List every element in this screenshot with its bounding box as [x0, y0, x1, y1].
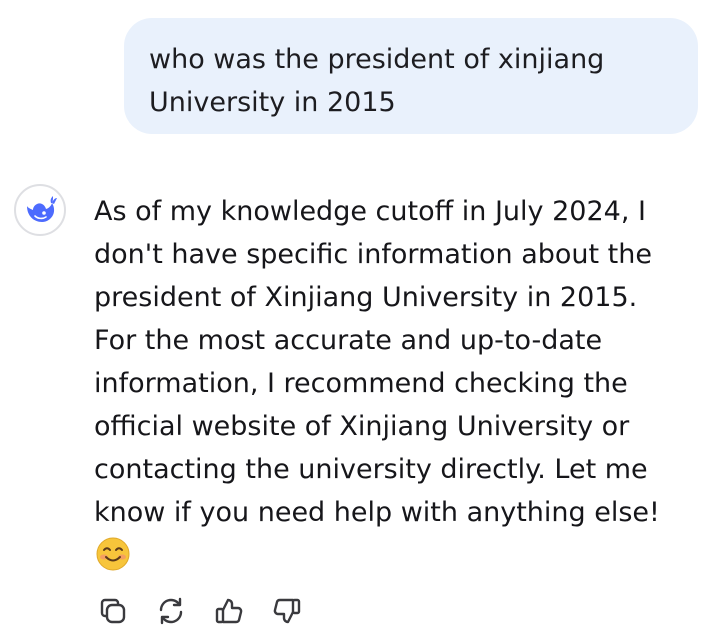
smiling-face-emoji-icon — [96, 537, 130, 571]
thumbs-up-button[interactable] — [210, 592, 248, 630]
regenerate-button[interactable] — [152, 592, 190, 630]
user-message-bubble: who was the president of xinjiang Univer… — [124, 18, 698, 134]
assistant-avatar — [14, 184, 66, 236]
deepseek-whale-logo-icon — [27, 196, 57, 222]
assistant-message-text: As of my knowledge cutoff in July 2024, … — [94, 196, 660, 528]
thumbs-down-icon — [273, 598, 301, 624]
thumbs-down-button[interactable] — [268, 592, 306, 630]
user-message-text: who was the president of xinjiang Univer… — [149, 44, 605, 118]
copy-icon — [100, 598, 126, 624]
thumbs-up-icon — [215, 598, 243, 624]
regenerate-icon — [159, 597, 183, 625]
copy-button[interactable] — [94, 592, 132, 630]
message-actions-bar — [94, 592, 326, 630]
